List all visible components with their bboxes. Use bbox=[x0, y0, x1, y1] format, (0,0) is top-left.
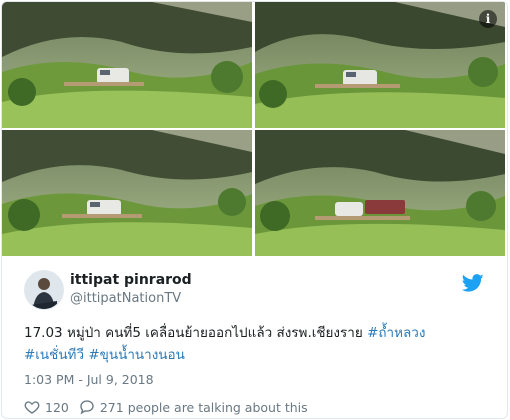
hashtag-link[interactable]: #ขุนน้ำนางนอน bbox=[88, 347, 185, 363]
tweet-card: i ittipat pinrarod @ittipatNationTV 17.0… bbox=[1, 1, 508, 419]
info-icon[interactable]: i bbox=[479, 10, 497, 28]
tweet-body: 17.03 หมู่ป่า คนที่5 เคลื่อนย้ายออกไปแล้… bbox=[24, 325, 368, 341]
hashtag-link[interactable]: #ถ้ำหลวง bbox=[367, 325, 425, 341]
photo-2[interactable]: i bbox=[255, 2, 505, 128]
hashtag-link[interactable]: #เนชั่นทีวี bbox=[24, 347, 84, 363]
like-action[interactable]: 120 bbox=[24, 399, 69, 415]
reply-text: 271 people are talking about this bbox=[99, 399, 308, 415]
photo-grid: i bbox=[2, 2, 507, 256]
tweet-author[interactable]: ittipat pinrarod @ittipatNationTV bbox=[24, 270, 484, 314]
photo-3[interactable] bbox=[2, 130, 252, 256]
author-handle[interactable]: @ittipatNationTV bbox=[70, 291, 181, 306]
tweet-timestamp[interactable]: 1:03 PM - Jul 9, 2018 bbox=[24, 372, 154, 387]
tweet-text: 17.03 หมู่ป่า คนที่5 เคลื่อนย้ายออกไปแล้… bbox=[24, 322, 489, 366]
avatar[interactable] bbox=[24, 270, 64, 310]
like-count: 120 bbox=[45, 399, 69, 415]
photo-4[interactable] bbox=[255, 130, 505, 256]
author-name[interactable]: ittipat pinrarod bbox=[70, 272, 192, 288]
reply-action[interactable]: 271 people are talking about this bbox=[79, 399, 308, 415]
twitter-bird-icon[interactable] bbox=[462, 272, 484, 294]
tweet-actions: 120 271 people are talking about this bbox=[24, 399, 308, 415]
heart-icon bbox=[24, 401, 40, 414]
photo-1[interactable] bbox=[2, 2, 252, 128]
speech-bubble-icon bbox=[80, 400, 94, 415]
